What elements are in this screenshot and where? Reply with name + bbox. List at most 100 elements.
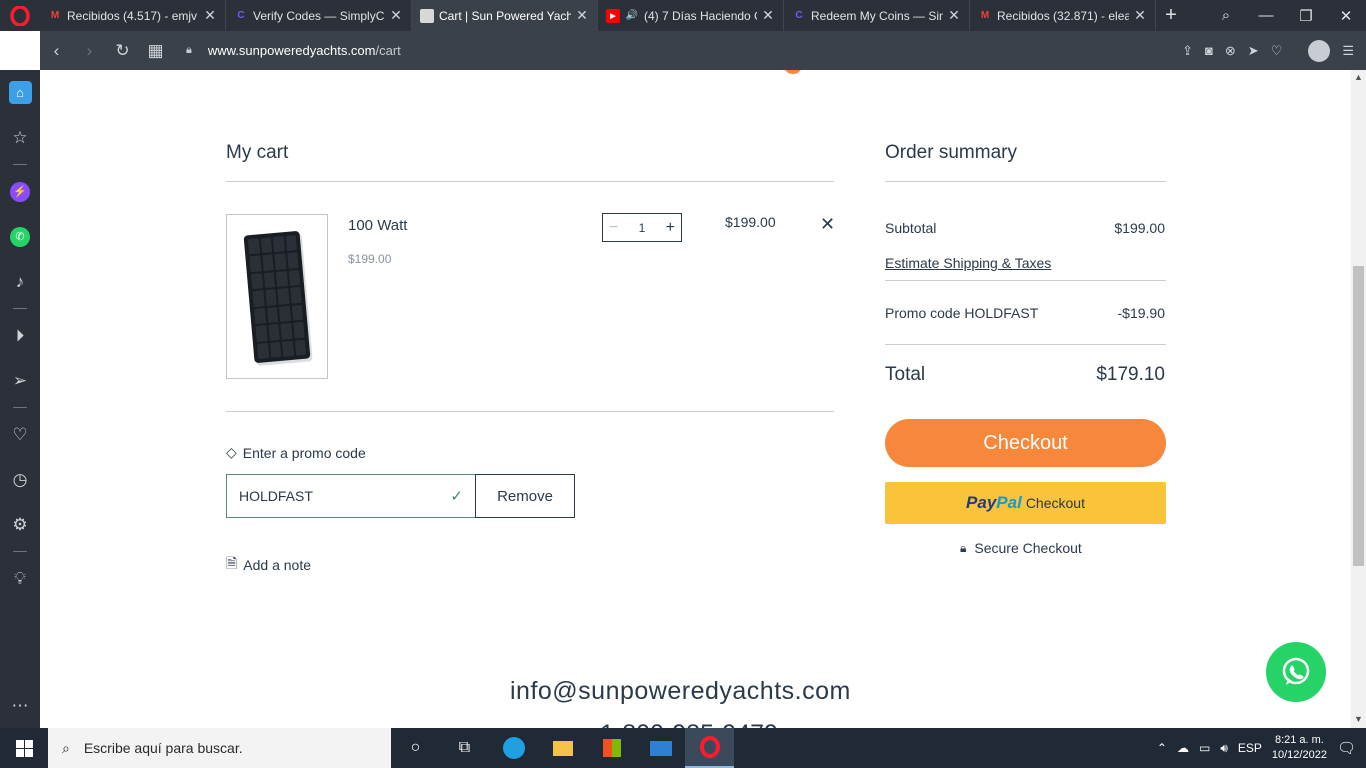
product-name[interactable]: 100 Watt bbox=[348, 217, 407, 234]
add-note-link[interactable]: 🗎 Add a note bbox=[226, 553, 311, 577]
quantity-stepper[interactable]: − 1 + bbox=[602, 213, 682, 242]
restore-button[interactable]: ❐ bbox=[1286, 7, 1326, 25]
edge-icon[interactable] bbox=[489, 728, 538, 768]
language-indicator[interactable]: ESP bbox=[1238, 741, 1262, 755]
solar-panel-image bbox=[243, 230, 311, 363]
star-icon: ☆ bbox=[12, 127, 28, 147]
minimize-button[interactable]: — bbox=[1246, 7, 1286, 24]
url-path: /cart bbox=[375, 43, 401, 58]
sidebar-history[interactable]: ◷ bbox=[0, 457, 40, 502]
decrease-quantity-button[interactable]: − bbox=[609, 219, 618, 237]
close-icon[interactable]: ✕ bbox=[947, 7, 961, 24]
order-summary-title: Order summary bbox=[885, 142, 1017, 163]
profile-avatar[interactable] bbox=[1308, 39, 1331, 62]
chevron-up-icon[interactable]: ⌃ bbox=[1157, 741, 1167, 755]
close-window-button[interactable]: ✕ bbox=[1326, 7, 1366, 25]
opera-menu-icon[interactable] bbox=[0, 0, 40, 31]
close-icon[interactable]: ✕ bbox=[761, 7, 775, 24]
onedrive-icon[interactable]: ☁ bbox=[1177, 741, 1189, 755]
subtotal-row: Subtotal $199.00 bbox=[885, 220, 1165, 236]
sidebar-messenger[interactable]: ⚡ bbox=[0, 169, 40, 214]
remove-promo-button[interactable]: Remove bbox=[475, 474, 575, 518]
lock-icon: 🔒︎ bbox=[960, 540, 967, 555]
paypal-logo-pay: Pay bbox=[966, 493, 997, 512]
tab-gmail-2[interactable]: M Recibidos (32.871) - elea ✕ bbox=[970, 0, 1156, 31]
adblock-icon[interactable]: ⊗ bbox=[1225, 43, 1236, 59]
scroll-down-arrow[interactable]: ▼ bbox=[1354, 714, 1363, 724]
promo-code-link[interactable]: ◇ Enter a promo code bbox=[226, 444, 366, 461]
paypal-checkout-button[interactable]: Pay Pal Checkout bbox=[885, 482, 1166, 524]
sidebar-tips[interactable]: 💡︎ bbox=[0, 556, 40, 601]
whatsapp-chat-button[interactable] bbox=[1266, 642, 1326, 702]
task-view-icon[interactable]: ⧉ bbox=[440, 728, 489, 768]
quantity-value[interactable]: 1 bbox=[639, 221, 646, 235]
tab-redeem-coins[interactable]: C Redeem My Coins — Sim ✕ bbox=[784, 0, 970, 31]
close-icon[interactable]: ✕ bbox=[389, 7, 403, 24]
sidebar-bookmarks[interactable]: ☆ bbox=[0, 115, 40, 160]
home-icon: ⌂ bbox=[8, 81, 32, 104]
tab-title: (4) 7 Días Haciendo C bbox=[644, 8, 757, 23]
notifications-icon[interactable]: 🗨︎ bbox=[1337, 739, 1356, 757]
secure-checkout-label: Secure Checkout bbox=[974, 540, 1082, 556]
sidebar-tiktok[interactable]: ♪ bbox=[0, 259, 40, 304]
easy-setup-icon[interactable]: ☰ bbox=[1342, 43, 1354, 59]
cortana-icon[interactable]: ○ bbox=[391, 728, 440, 768]
gmail-icon: M bbox=[50, 10, 60, 21]
check-icon: ✓ bbox=[450, 488, 463, 505]
opera-taskbar-icon[interactable] bbox=[685, 728, 734, 768]
scroll-up-arrow[interactable]: ▲ bbox=[1354, 72, 1363, 82]
browser-tab-bar: M Recibidos (4.517) - emjv ✕ C Verify Co… bbox=[0, 0, 1366, 31]
lock-icon[interactable]: 🔒︎ bbox=[186, 44, 192, 57]
new-tab-button[interactable]: + bbox=[1156, 4, 1186, 27]
tab-cart[interactable]: Cart | Sun Powered Yacht ✕ bbox=[412, 0, 598, 31]
page-scrollbar[interactable]: ▲ ▼ bbox=[1351, 70, 1366, 728]
clock[interactable]: 8:21 a. m. 10/12/2022 bbox=[1272, 733, 1327, 763]
taskbar-search[interactable]: ⌕ Escribe aquí para buscar. bbox=[48, 728, 391, 768]
sidebar-more[interactable]: ⋯ bbox=[0, 683, 40, 728]
footer-phone[interactable]: 1-800-985-9479 bbox=[600, 720, 778, 728]
volume-icon[interactable]: 🔊︎ bbox=[1220, 741, 1228, 756]
camera-icon[interactable]: ◙ bbox=[1205, 43, 1213, 58]
close-icon[interactable]: ✕ bbox=[575, 7, 589, 24]
sidebar-flow[interactable]: ➢ bbox=[0, 358, 40, 403]
sidebar-player[interactable]: ⏵ bbox=[0, 313, 40, 358]
forward-button[interactable]: › bbox=[73, 41, 106, 61]
url-field[interactable]: 🔒︎ www.sunpoweredyachts.com/cart bbox=[186, 43, 401, 58]
close-icon[interactable]: ✕ bbox=[203, 7, 217, 24]
network-icon[interactable]: ▭ bbox=[1199, 741, 1210, 755]
remove-item-icon[interactable]: ✕ bbox=[820, 214, 835, 235]
simplycodes-icon: C bbox=[795, 10, 803, 21]
share-icon[interactable]: ⇪ bbox=[1182, 43, 1193, 59]
scrollbar-thumb[interactable] bbox=[1353, 266, 1364, 566]
search-icon: ⌕ bbox=[62, 739, 70, 756]
reload-button[interactable]: ↻ bbox=[106, 41, 139, 61]
increase-quantity-button[interactable]: + bbox=[666, 219, 675, 237]
search-tabs-icon[interactable]: ⌕ bbox=[1206, 7, 1246, 24]
promo-code-input[interactable]: HOLDFAST ✓ bbox=[226, 474, 476, 518]
product-unit-price: $199.00 bbox=[348, 252, 392, 266]
estimate-shipping-link[interactable]: Estimate Shipping & Taxes bbox=[885, 255, 1051, 271]
file-explorer-icon[interactable] bbox=[538, 728, 587, 768]
speaker-icon[interactable]: 🔊 bbox=[625, 9, 639, 23]
start-button[interactable] bbox=[0, 728, 48, 768]
tab-title: Recibidos (4.517) - emjv bbox=[67, 8, 198, 23]
sidebar-settings[interactable]: ⚙ bbox=[0, 502, 40, 547]
mail-icon[interactable] bbox=[636, 728, 685, 768]
sidebar-favorites[interactable]: ♡ bbox=[0, 412, 40, 457]
back-button[interactable]: ‹ bbox=[40, 41, 73, 61]
footer-email[interactable]: info@sunpoweredyachts.com bbox=[510, 677, 851, 706]
tabs-grid-icon[interactable]: ▦ bbox=[139, 41, 172, 61]
send-icon[interactable]: ➤ bbox=[1248, 43, 1259, 59]
tab-gmail-1[interactable]: M Recibidos (4.517) - emjv ✕ bbox=[40, 0, 226, 31]
tab-title: Recibidos (32.871) - elea bbox=[997, 8, 1129, 23]
store-icon[interactable] bbox=[587, 728, 636, 768]
clock-time: 8:21 a. m. bbox=[1274, 734, 1324, 746]
tab-verify-codes[interactable]: C Verify Codes — SimplyC ✕ bbox=[226, 0, 412, 31]
close-icon[interactable]: ✕ bbox=[1133, 7, 1147, 24]
sidebar-whatsapp[interactable]: ✆ bbox=[0, 214, 40, 259]
heart-icon[interactable]: ♡ bbox=[1271, 43, 1283, 59]
checkout-button[interactable]: Checkout bbox=[885, 419, 1166, 467]
sidebar-home[interactable]: ⌂ bbox=[0, 70, 40, 115]
tab-youtube[interactable]: ▶ 🔊 (4) 7 Días Haciendo C ✕ bbox=[598, 0, 784, 31]
product-image[interactable] bbox=[226, 214, 328, 379]
